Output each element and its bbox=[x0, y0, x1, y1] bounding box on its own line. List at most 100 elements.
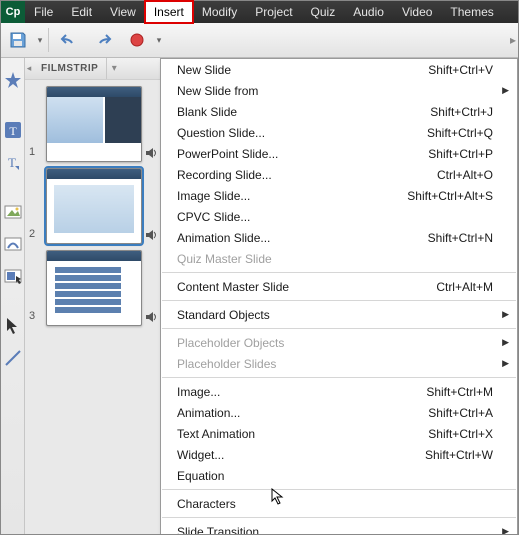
menu-item-label: CPVC Slide... bbox=[177, 210, 493, 224]
menu-item[interactable]: Content Master Slide Ctrl+Alt+M bbox=[161, 276, 517, 297]
menu-item: Placeholder Slides▶ bbox=[161, 353, 517, 374]
menu-project[interactable]: Project bbox=[246, 1, 301, 23]
filmstrip-tab[interactable]: FILMSTRIP bbox=[33, 58, 107, 79]
menu-item-shortcut: Shift+Ctrl+Alt+S bbox=[407, 189, 493, 203]
audio-icon[interactable] bbox=[144, 310, 158, 324]
interactive-icon[interactable] bbox=[3, 266, 23, 286]
slide-row[interactable]: 2 bbox=[25, 166, 162, 248]
menu-item-shortcut: Shift+Ctrl+V bbox=[428, 63, 493, 77]
save-button[interactable] bbox=[2, 25, 34, 55]
menu-view[interactable]: View bbox=[101, 1, 145, 23]
menu-item-shortcut: Shift+Ctrl+Q bbox=[427, 126, 493, 140]
menu-item-label: Question Slide... bbox=[177, 126, 409, 140]
audio-icon[interactable] bbox=[144, 228, 158, 242]
menu-item-shortcut: Shift+Ctrl+W bbox=[425, 448, 493, 462]
menu-item-shortcut: Shift+Ctrl+J bbox=[430, 105, 493, 119]
menu-item[interactable]: Recording Slide... Ctrl+Alt+O bbox=[161, 164, 517, 185]
slide-row[interactable]: 1 bbox=[25, 84, 162, 166]
menu-item[interactable]: Animation Slide...Shift+Ctrl+N bbox=[161, 227, 517, 248]
menu-item-label: Placeholder Objects bbox=[177, 336, 493, 350]
menu-item-shortcut: Shift+Ctrl+N bbox=[428, 231, 493, 245]
line-tool-icon[interactable] bbox=[3, 348, 23, 368]
save-icon bbox=[9, 31, 27, 49]
slide-number: 3 bbox=[29, 250, 46, 322]
menu-audio[interactable]: Audio bbox=[344, 1, 393, 23]
star-icon[interactable] bbox=[3, 70, 23, 90]
menu-item[interactable]: Standard Objects▶ bbox=[161, 304, 517, 325]
submenu-arrow-icon: ▶ bbox=[502, 309, 509, 320]
record-button[interactable] bbox=[121, 25, 153, 55]
tool-strip: T T bbox=[1, 58, 25, 534]
menu-item-shortcut: Shift+Ctrl+P bbox=[428, 147, 493, 161]
filmstrip-collapse[interactable]: ◂ bbox=[25, 63, 33, 74]
menu-item[interactable]: Characters bbox=[161, 493, 517, 514]
smart-shape-icon[interactable] bbox=[3, 234, 23, 254]
menu-item-label: New Slide from bbox=[177, 84, 493, 98]
menu-item[interactable]: CPVC Slide... bbox=[161, 206, 517, 227]
menu-item: Quiz Master Slide bbox=[161, 248, 517, 269]
menu-item[interactable]: Image...Shift+Ctrl+M bbox=[161, 381, 517, 402]
text-caption-icon[interactable]: T bbox=[3, 152, 23, 172]
pointer-icon[interactable] bbox=[3, 316, 23, 336]
audio-icon[interactable] bbox=[144, 146, 158, 160]
menu-quiz[interactable]: Quiz bbox=[302, 1, 345, 23]
menu-insert[interactable]: Insert bbox=[145, 1, 193, 23]
menu-file[interactable]: File bbox=[25, 1, 62, 23]
menu-item[interactable]: Blank SlideShift+Ctrl+J bbox=[161, 101, 517, 122]
toolbar-expand[interactable]: ▸ bbox=[510, 25, 518, 55]
menu-separator bbox=[162, 328, 516, 329]
submenu-arrow-icon: ▶ bbox=[502, 85, 509, 96]
menu-item[interactable]: New Slide from ▶ bbox=[161, 80, 517, 101]
record-dropdown[interactable]: ▾ bbox=[154, 35, 164, 46]
undo-button[interactable] bbox=[53, 25, 85, 55]
menu-item-shortcut: Ctrl+Alt+O bbox=[437, 168, 493, 182]
menu-modify[interactable]: Modify bbox=[193, 1, 246, 23]
menu-item[interactable]: Animation...Shift+Ctrl+A bbox=[161, 402, 517, 423]
slide-thumb[interactable] bbox=[46, 250, 142, 326]
menu-separator bbox=[162, 517, 516, 518]
menu-themes[interactable]: Themes bbox=[441, 1, 502, 23]
menubar: Cp File Edit View Insert Modify Project … bbox=[1, 1, 518, 23]
redo-icon bbox=[94, 31, 112, 49]
submenu-arrow-icon: ▶ bbox=[502, 358, 509, 369]
menu-item-label: Content Master Slide bbox=[177, 280, 418, 294]
menu-item[interactable]: Question Slide... Shift+Ctrl+Q bbox=[161, 122, 517, 143]
menu-video[interactable]: Video bbox=[393, 1, 441, 23]
menu-item-label: Animation... bbox=[177, 406, 410, 420]
undo-icon bbox=[60, 31, 78, 49]
filmstrip-menu-icon[interactable]: ▾ bbox=[107, 63, 121, 74]
menu-item-label: Slide Transition bbox=[177, 525, 493, 535]
menu-item-label: Quiz Master Slide bbox=[177, 252, 493, 266]
menu-item-label: Image Slide... bbox=[177, 189, 389, 203]
slide-row[interactable]: 3 bbox=[25, 248, 162, 330]
menu-item-shortcut: Ctrl+Alt+M bbox=[436, 280, 493, 294]
app-logo: Cp bbox=[1, 1, 25, 23]
menu-item[interactable]: PowerPoint Slide... Shift+Ctrl+P bbox=[161, 143, 517, 164]
slide-thumb[interactable] bbox=[46, 168, 142, 244]
menu-item[interactable]: Image Slide... Shift+Ctrl+Alt+S bbox=[161, 185, 517, 206]
save-dropdown[interactable]: ▾ bbox=[35, 35, 45, 46]
menu-edit[interactable]: Edit bbox=[62, 1, 101, 23]
menu-item-label: Text Animation bbox=[177, 427, 410, 441]
svg-text:T: T bbox=[9, 124, 17, 138]
menu-item[interactable]: Text AnimationShift+Ctrl+X bbox=[161, 423, 517, 444]
menu-item[interactable]: Slide Transition▶ bbox=[161, 521, 517, 534]
text-tool-icon[interactable]: T bbox=[3, 120, 23, 140]
menu-item-label: Characters bbox=[177, 497, 493, 511]
menu-item-label: Widget... bbox=[177, 448, 407, 462]
menu-item[interactable]: New Slide Shift+Ctrl+V bbox=[161, 59, 517, 80]
image-tool-icon[interactable] bbox=[3, 202, 23, 222]
menu-item-label: New Slide bbox=[177, 63, 410, 77]
separator bbox=[48, 28, 49, 52]
menu-item-label: Recording Slide... bbox=[177, 168, 419, 182]
redo-button[interactable] bbox=[87, 25, 119, 55]
menu-item[interactable]: Widget... Shift+Ctrl+W bbox=[161, 444, 517, 465]
menu-separator bbox=[162, 489, 516, 490]
menu-item-label: PowerPoint Slide... bbox=[177, 147, 410, 161]
slide-thumb[interactable] bbox=[46, 86, 142, 162]
menu-separator bbox=[162, 300, 516, 301]
record-icon bbox=[129, 32, 145, 48]
menu-item: Placeholder Objects▶ bbox=[161, 332, 517, 353]
menu-item[interactable]: Equation bbox=[161, 465, 517, 486]
main-toolbar: ▾ ▾ ▸ bbox=[1, 23, 518, 58]
